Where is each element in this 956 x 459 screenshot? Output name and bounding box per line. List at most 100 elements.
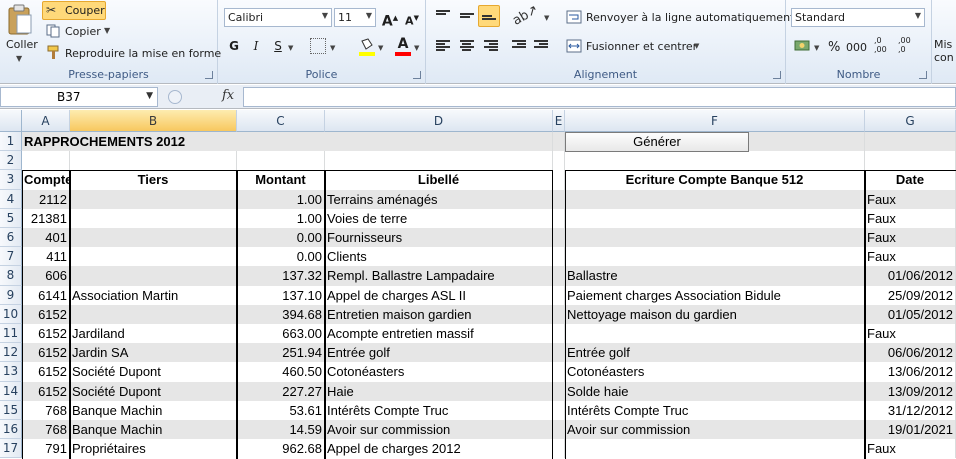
row-header-6[interactable]: 6 bbox=[0, 228, 22, 248]
number-format-combo[interactable]: Standard ▼ bbox=[791, 8, 925, 27]
increase-decimal-button[interactable]: ,0,00 bbox=[874, 36, 887, 54]
cell-a4[interactable]: 2112 bbox=[22, 189, 70, 209]
cell-d8[interactable]: Rempl. Ballastre Lampadaire bbox=[325, 266, 553, 286]
paste-dropdown-icon[interactable]: ▼ bbox=[16, 54, 22, 63]
merge-center-button[interactable]: Fusionner et centrer ▼ bbox=[566, 38, 736, 56]
orientation-dropdown-icon[interactable]: ▼ bbox=[544, 14, 549, 22]
cell-c13[interactable]: 460.50 bbox=[237, 362, 325, 382]
cell-f17[interactable] bbox=[565, 439, 865, 459]
font-color-icon[interactable]: A bbox=[394, 36, 412, 58]
row-header-2[interactable]: 2 bbox=[0, 151, 22, 171]
cell-c7[interactable]: 0.00 bbox=[237, 247, 325, 267]
formula-bar-handle-icon[interactable] bbox=[168, 90, 182, 104]
cell-c15[interactable]: 53.61 bbox=[237, 400, 325, 420]
cell-d2[interactable] bbox=[325, 151, 553, 171]
cell-e4[interactable] bbox=[553, 189, 565, 209]
cell-g1[interactable] bbox=[865, 132, 956, 152]
cell-g9[interactable]: 25/09/2012 bbox=[865, 285, 956, 305]
cell-b13[interactable]: Société Dupont bbox=[70, 362, 237, 382]
cell-c16[interactable]: 14.59 bbox=[237, 420, 325, 440]
fill-color-dropdown-icon[interactable]: ▼ bbox=[378, 44, 383, 52]
cell-a17[interactable]: 791 bbox=[22, 439, 70, 459]
cell-c10[interactable]: 394.68 bbox=[237, 304, 325, 324]
cell-c17[interactable]: 962.68 bbox=[237, 439, 325, 459]
cell-c12[interactable]: 251.94 bbox=[237, 343, 325, 363]
number-launcher-icon[interactable] bbox=[919, 71, 927, 79]
cell-b16[interactable]: Banque Machin bbox=[70, 420, 237, 440]
cell-d11[interactable]: Acompte entretien massif bbox=[325, 324, 553, 344]
cell-g12[interactable]: 06/06/2012 bbox=[865, 343, 956, 363]
underline-dropdown-icon[interactable]: ▼ bbox=[288, 44, 293, 52]
font-color-dropdown-icon[interactable]: ▼ bbox=[414, 44, 419, 52]
cell-b12[interactable]: Jardin SA bbox=[70, 343, 237, 363]
cell-g10[interactable]: 01/05/2012 bbox=[865, 304, 956, 324]
cell-f15[interactable]: Intérêts Compte Truc bbox=[565, 400, 865, 420]
align-bottom-button[interactable] bbox=[478, 5, 500, 27]
cell-a2[interactable] bbox=[22, 151, 70, 171]
cell-g15[interactable]: 31/12/2012 bbox=[865, 400, 956, 420]
row-header-13[interactable]: 13 bbox=[0, 362, 22, 382]
column-header-e[interactable]: E bbox=[553, 110, 565, 132]
cell-c6[interactable]: 0.00 bbox=[237, 228, 325, 248]
cell-e13[interactable] bbox=[553, 362, 565, 382]
cell-c3[interactable]: Montant bbox=[237, 170, 325, 190]
row-header-9[interactable]: 9 bbox=[0, 285, 22, 305]
cell-g8[interactable]: 01/06/2012 bbox=[865, 266, 956, 286]
generate-button[interactable]: Générer bbox=[565, 132, 749, 152]
cell-b5[interactable] bbox=[70, 208, 237, 228]
align-right-icon[interactable] bbox=[484, 40, 498, 52]
row-header-10[interactable]: 10 bbox=[0, 304, 22, 324]
cell-c11[interactable]: 663.00 bbox=[237, 324, 325, 344]
row-header-5[interactable]: 5 bbox=[0, 208, 22, 228]
cell-a5[interactable]: 21381 bbox=[22, 208, 70, 228]
cell-g17[interactable]: Faux bbox=[865, 439, 956, 459]
formula-input[interactable] bbox=[243, 87, 956, 107]
row-header-16[interactable]: 16 bbox=[0, 420, 22, 440]
cell-a7[interactable]: 411 bbox=[22, 247, 70, 267]
cell-d12[interactable]: Entrée golf bbox=[325, 343, 553, 363]
cell-f2[interactable] bbox=[565, 151, 865, 171]
cell-b17[interactable]: Propriétaires bbox=[70, 439, 237, 459]
row-header-1[interactable]: 1 bbox=[0, 132, 22, 152]
cell-g16[interactable]: 19/01/2021 bbox=[865, 420, 956, 440]
increase-indent-icon[interactable] bbox=[534, 40, 548, 52]
cell-g7[interactable]: Faux bbox=[865, 247, 956, 267]
column-header-d[interactable]: D bbox=[325, 110, 553, 132]
align-middle-icon[interactable] bbox=[460, 10, 474, 22]
cell-e16[interactable] bbox=[553, 420, 565, 440]
row-header-15[interactable]: 15 bbox=[0, 400, 22, 420]
cell-e7[interactable] bbox=[553, 247, 565, 267]
row-header-3[interactable]: 3 bbox=[0, 170, 22, 190]
select-all-corner[interactable] bbox=[0, 110, 22, 132]
cell-b11[interactable]: Jardiland bbox=[70, 324, 237, 344]
cell-e9[interactable] bbox=[553, 285, 565, 305]
cell-b6[interactable] bbox=[70, 228, 237, 248]
cell-d4[interactable]: Terrains aménagés bbox=[325, 189, 553, 209]
cell-f4[interactable] bbox=[565, 189, 865, 209]
merge-center-dropdown-icon[interactable]: ▼ bbox=[694, 42, 699, 50]
cell-f8[interactable]: Ballastre bbox=[565, 266, 865, 286]
cell-e12[interactable] bbox=[553, 343, 565, 363]
cell-b15[interactable]: Banque Machin bbox=[70, 400, 237, 420]
font-size-combo[interactable]: 11 ▼ bbox=[334, 8, 376, 27]
bold-button[interactable]: G bbox=[224, 36, 244, 56]
cell-c2[interactable] bbox=[237, 151, 325, 171]
cell-f5[interactable] bbox=[565, 208, 865, 228]
orientation-icon[interactable]: ab↗ bbox=[510, 2, 541, 29]
cell-d1[interactable] bbox=[325, 132, 553, 152]
copy-button[interactable]: Copier ▼ bbox=[44, 22, 164, 41]
cell-c9[interactable]: 137.10 bbox=[237, 285, 325, 305]
align-top-icon[interactable] bbox=[436, 10, 450, 22]
cell-g3[interactable]: Date bbox=[865, 170, 956, 190]
cell-a10[interactable]: 6152 bbox=[22, 304, 70, 324]
cell-a14[interactable]: 6152 bbox=[22, 381, 70, 401]
conditional-format-button[interactable]: Mis con bbox=[934, 38, 956, 64]
format-painter-button[interactable]: Reproduire la mise en forme bbox=[44, 44, 221, 63]
cell-a8[interactable]: 606 bbox=[22, 266, 70, 286]
cell-b8[interactable] bbox=[70, 266, 237, 286]
cell-f14[interactable]: Solde haie bbox=[565, 381, 865, 401]
cell-c14[interactable]: 227.27 bbox=[237, 381, 325, 401]
cell-e3[interactable] bbox=[553, 170, 565, 190]
cell-e8[interactable] bbox=[553, 266, 565, 286]
cell-f3[interactable]: Ecriture Compte Banque 512 bbox=[565, 170, 865, 190]
